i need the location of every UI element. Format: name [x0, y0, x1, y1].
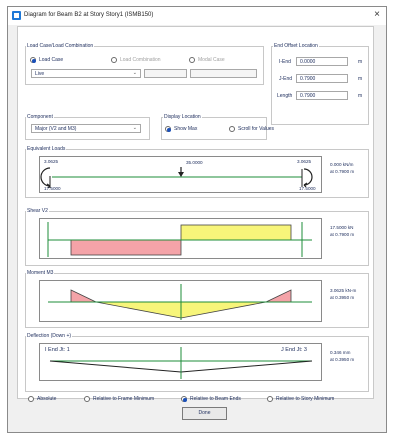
- chevron-down-icon: ⌄: [132, 70, 137, 76]
- radio-label: Load Combination: [120, 57, 161, 63]
- moment-readout: 3.0625 kN-m at 0.3950 m: [330, 287, 356, 301]
- load-case-value: Live: [35, 71, 45, 77]
- radio-label: Show Max: [174, 126, 198, 132]
- radio-dot: [28, 396, 34, 402]
- right-moment-arrow: [303, 168, 313, 186]
- moment-left-hogging: [70, 289, 97, 303]
- radio-load-combination[interactable]: Load Combination: [111, 57, 161, 63]
- length-label: Length: [277, 93, 293, 99]
- shear-label: Shear V2: [26, 208, 49, 214]
- radio-scroll-for-values[interactable]: Scroll for Values: [229, 126, 274, 132]
- shear-plot: [39, 218, 322, 259]
- radio-label: Relative to Story Minimum: [276, 396, 335, 402]
- load-case-extra-field-2: [190, 69, 257, 78]
- radio-load-case[interactable]: Load Case: [30, 57, 63, 63]
- radio-dot: [84, 396, 90, 402]
- radio-dot: [189, 57, 195, 63]
- close-icon[interactable]: ×: [374, 10, 380, 20]
- shear-svg: [47, 222, 312, 257]
- component-label: Component: [26, 114, 54, 120]
- equivalent-loads-label: Equivalent Loads: [26, 146, 67, 152]
- radio-label: Absolute: [37, 396, 57, 402]
- left-force-value: 17.5000: [44, 186, 61, 191]
- equivalent-loads-svg: [40, 167, 313, 189]
- shear-readout: 17.5000 kN at 0.7900 m: [330, 224, 354, 238]
- radio-label: Relative to Frame Minimum: [93, 396, 155, 402]
- radio-dot: [111, 57, 117, 63]
- radio-relative-story-minimum[interactable]: Relative to Story Minimum: [267, 396, 334, 402]
- chevron-down-icon: ⌄: [132, 125, 137, 131]
- i-end-label: I-End: [279, 59, 291, 65]
- done-button[interactable]: Done: [182, 407, 227, 420]
- radio-dot: [30, 57, 36, 63]
- right-force-value: 17.5000: [299, 186, 316, 191]
- point-load-value: 35.0000: [186, 160, 203, 165]
- moment-value: 3.0625 kN-m: [330, 288, 357, 293]
- radio-label: Scroll for Values: [238, 126, 275, 132]
- i-end-field: 0.0000: [296, 57, 348, 66]
- length-field: 0.7900: [296, 91, 348, 100]
- radio-show-max[interactable]: Show Max: [165, 126, 197, 132]
- deflection-right-joint: J End Jt: 3: [281, 347, 307, 353]
- end-offset-label: End Offset Location: [273, 43, 319, 49]
- point-load-arrowhead: [178, 172, 184, 177]
- deflection-value: 0.346 mm: [330, 350, 351, 355]
- radio-dot: [165, 126, 171, 132]
- radio-relative-beam-ends[interactable]: Relative to Beam Ends: [181, 396, 241, 402]
- shear-positive-block: [180, 224, 292, 241]
- shear-location: at 0.7900 m: [330, 232, 355, 237]
- deflection-label: Deflection (Down +): [26, 333, 73, 339]
- radio-label: Load Case: [39, 57, 64, 63]
- j-end-unit: m: [358, 76, 363, 82]
- component-select[interactable]: Major (V2 and M3) ⌄: [31, 124, 141, 133]
- j-end-field: 0.7900: [296, 74, 348, 83]
- load-case-select[interactable]: Live ⌄: [31, 69, 141, 78]
- moment-right-hogging: [265, 289, 292, 303]
- radio-relative-frame-minimum[interactable]: Relative to Frame Minimum: [84, 396, 154, 402]
- moment-location: at 0.3950 m: [330, 295, 355, 300]
- shear-value: 17.5000 kN: [330, 225, 354, 230]
- radio-dot: [267, 396, 273, 402]
- radio-modal-case[interactable]: Modal Case: [189, 57, 225, 63]
- equivalent-loads-location: at 0.7900 m: [330, 169, 355, 174]
- radio-dot: [181, 396, 187, 402]
- display-location-label: Display Location: [163, 114, 202, 120]
- radio-absolute[interactable]: Absolute: [28, 396, 56, 402]
- left-moment-arrow: [40, 167, 51, 187]
- equivalent-loads-value: 0.000 kN/m: [330, 162, 354, 167]
- deflection-left-joint: I End Jt: 1: [45, 347, 70, 353]
- equivalent-loads-plot: 3.0625 17.5000 35.0000 3.0625 17.5000: [39, 156, 322, 193]
- title-bar: Diagram for Beam B2 at Story Story1 (ISM…: [8, 7, 386, 25]
- right-moment-value: 3.0625: [297, 159, 312, 164]
- load-case-group-label: Load Case/Load Combination: [26, 43, 95, 49]
- component-value: Major (V2 and M3): [35, 126, 77, 132]
- load-case-extra-field: [144, 69, 187, 78]
- moment-label: Moment M3: [26, 270, 55, 276]
- i-end-unit: m: [358, 59, 363, 65]
- deflection-readout: 0.346 mm at 0.3950 m: [330, 349, 354, 363]
- deflection-plot: I End Jt: 1 J End Jt: 3: [39, 343, 322, 381]
- app-icon: [12, 11, 21, 20]
- radio-label: Modal Case: [198, 57, 225, 63]
- shear-negative-block: [70, 239, 182, 256]
- diagram-frame: Load Case/Load Combination Load Case Loa…: [17, 26, 374, 402]
- deflection-location: at 0.3950 m: [330, 357, 355, 362]
- left-moment-value: 3.0625: [44, 159, 59, 164]
- moment-svg: [48, 284, 312, 320]
- moment-plot: [39, 280, 322, 322]
- equivalent-loads-readout: 0.000 kN/m at 0.7900 m: [330, 161, 354, 175]
- radio-dot: [229, 126, 235, 132]
- radio-label: Relative to Beam Ends: [190, 396, 241, 402]
- j-end-label: J-End: [279, 76, 293, 82]
- window-title: Diagram for Beam B2 at Story Story1 (ISM…: [24, 12, 154, 18]
- length-unit: m: [358, 93, 363, 99]
- load-case-group: [25, 46, 264, 85]
